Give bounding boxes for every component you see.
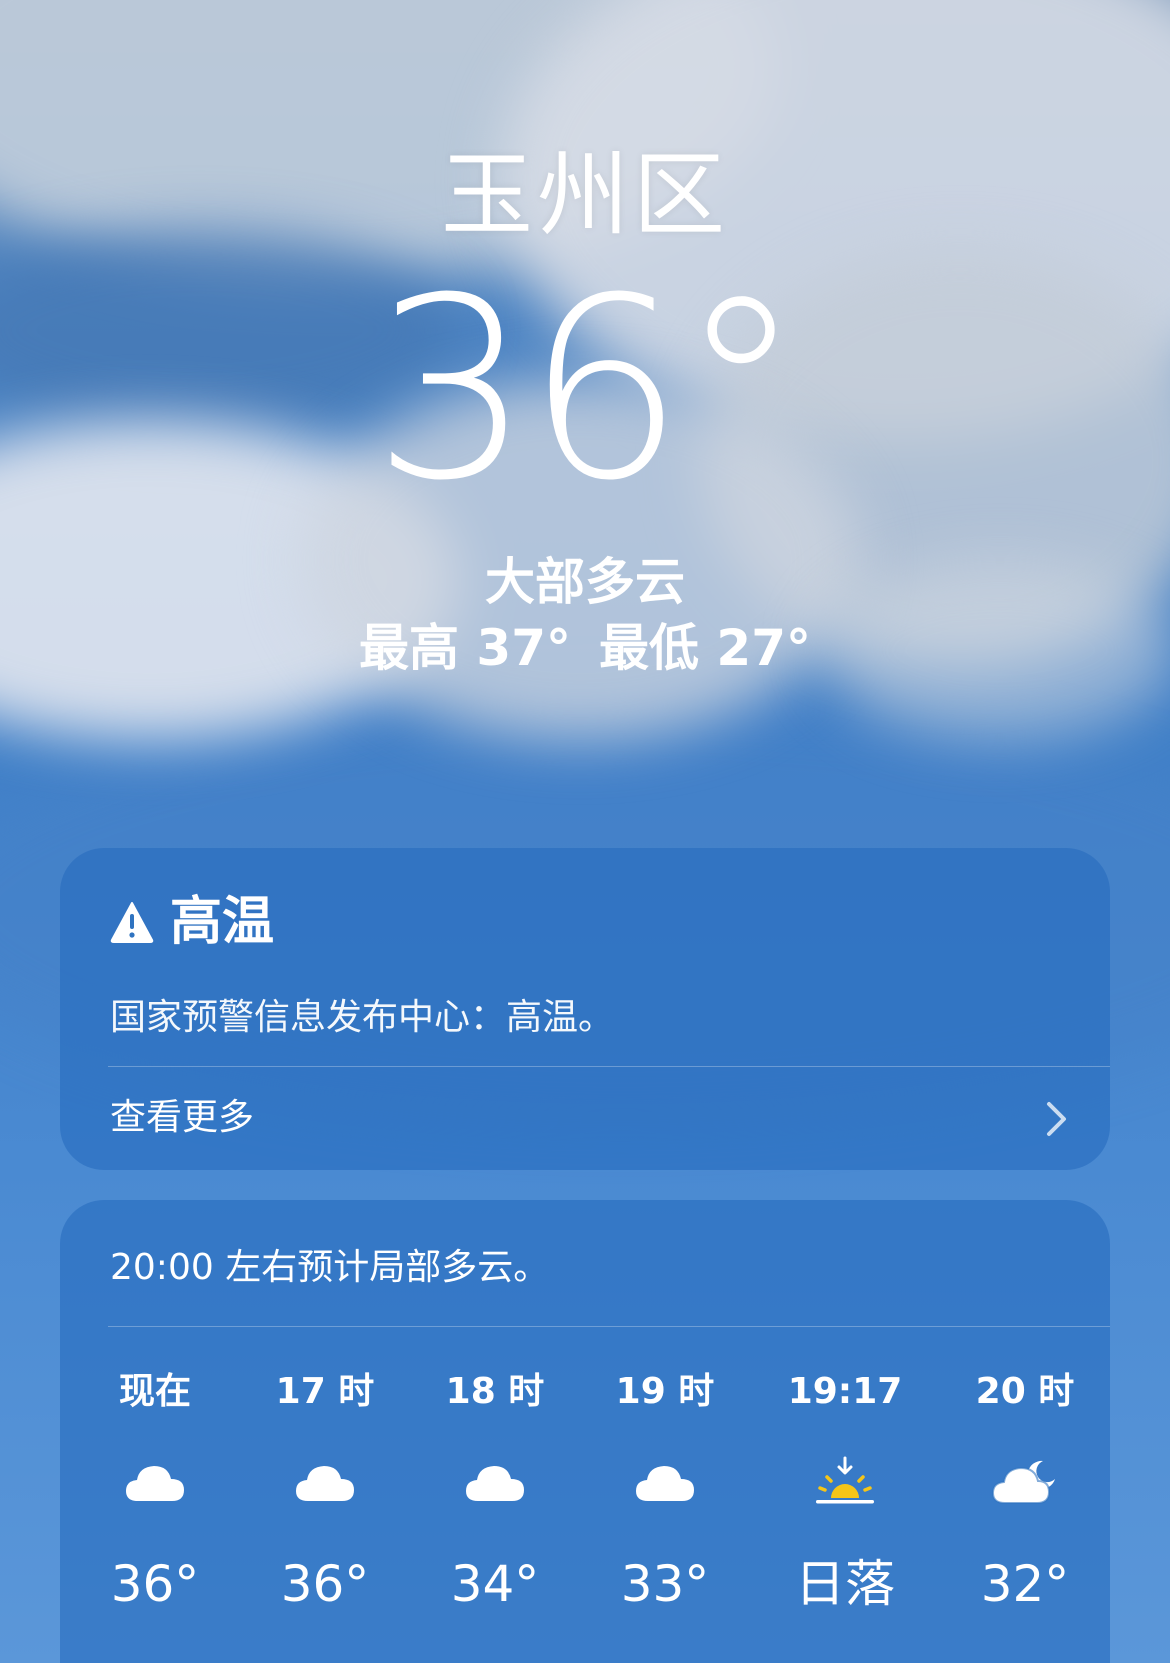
see-more-button[interactable]: 查看更多	[60, 1067, 1110, 1170]
hour-temperature: 日落	[795, 1555, 895, 1613]
alert-title: 高温	[170, 892, 275, 952]
weather-condition: 大部多云	[485, 553, 685, 611]
hour-item: 19 时 33°	[595, 1370, 735, 1614]
hourly-forecast-list[interactable]: 现在 36° 17 时 36° 18 时 34° 19 时 33° 19:17 …	[60, 1370, 1110, 1650]
warning-triangle-icon	[110, 902, 154, 943]
low-temperature: 最低 27°	[599, 619, 811, 677]
cloud-icon	[425, 1452, 565, 1512]
hour-label: 17 时	[275, 1371, 375, 1412]
hour-item: 18 时 34°	[425, 1370, 565, 1614]
hour-item: 17 时 36°	[255, 1370, 395, 1614]
cloud-icon	[255, 1452, 395, 1512]
city-name: 玉州区	[440, 142, 729, 249]
hour-item: 现在 36°	[85, 1370, 225, 1614]
forecast-summary: 20:00 左右预计局部多云。	[110, 1247, 550, 1288]
cloud-icon	[595, 1452, 735, 1512]
cloud-moon-icon	[955, 1452, 1095, 1512]
hour-label: 19 时	[615, 1371, 715, 1412]
hour-item: 19:17 日落	[775, 1370, 915, 1614]
sunset-icon	[775, 1452, 915, 1512]
location-header: 玉州区	[0, 140, 1170, 252]
hour-temperature: 34°	[450, 1555, 540, 1613]
hour-label: 现在	[118, 1371, 191, 1412]
divider	[108, 1326, 1110, 1327]
hour-temperature: 33°	[620, 1555, 710, 1613]
hour-label: 18 时	[445, 1371, 545, 1412]
cloud-icon	[85, 1452, 225, 1512]
hour-label: 20 时	[975, 1371, 1075, 1412]
hour-temperature: 36°	[280, 1555, 370, 1613]
high-temperature: 最高 37°	[359, 619, 571, 677]
chevron-right-icon	[1047, 1102, 1066, 1136]
see-more-label: 查看更多	[110, 1097, 255, 1138]
hourly-forecast-card[interactable]: 20:00 左右预计局部多云。 现在 36° 17 时 36° 18 时 34°…	[60, 1200, 1110, 1663]
hour-label: 19:17	[787, 1371, 903, 1412]
hour-item: 20 时 32°	[955, 1370, 1095, 1614]
weather-alert-card[interactable]: 高温 国家预警信息发布中心：高温。 查看更多	[60, 848, 1110, 1170]
alert-description: 国家预警信息发布中心：高温。	[110, 997, 615, 1038]
alert-title-row: 高温	[110, 892, 274, 952]
current-temperature: 36°	[372, 244, 803, 535]
high-low-temperature: 最高 37° 最低 27°	[0, 618, 1170, 678]
hour-temperature: 36°	[110, 1555, 200, 1613]
hour-temperature: 32°	[980, 1555, 1070, 1613]
